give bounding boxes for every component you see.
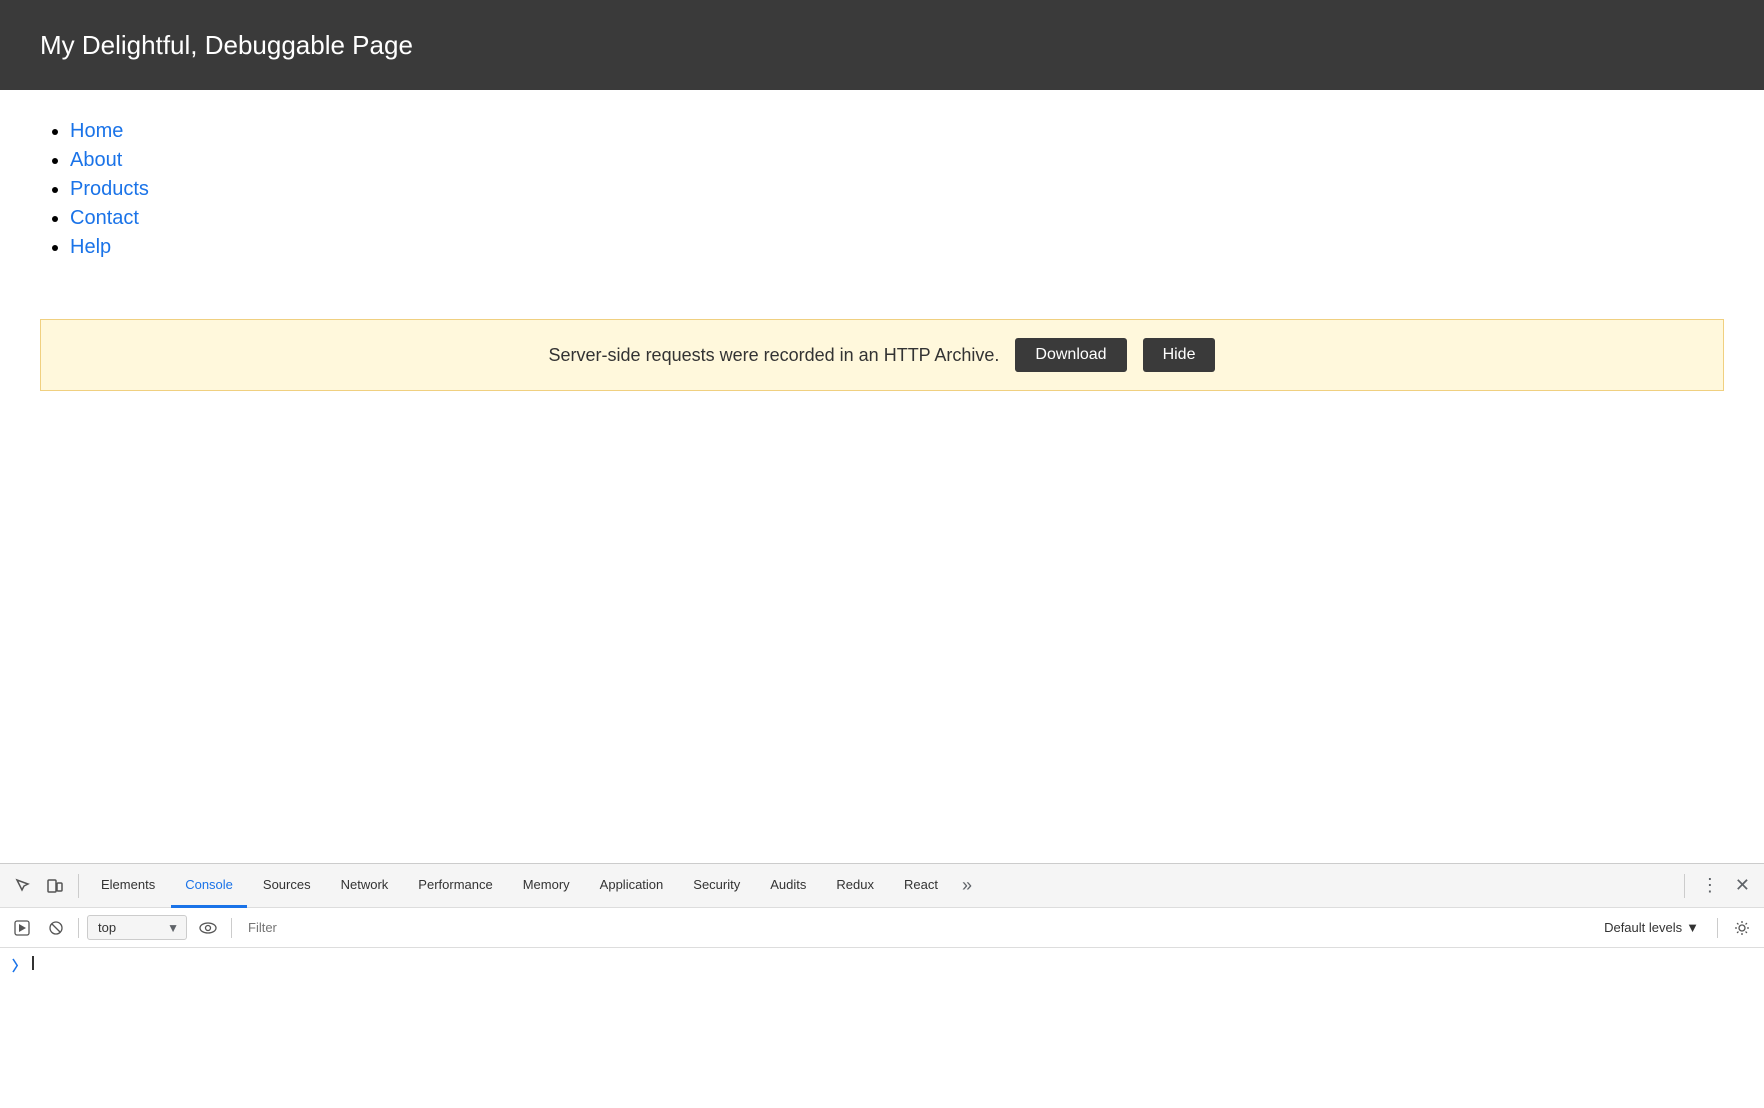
tab-sources[interactable]: Sources bbox=[249, 864, 325, 908]
toolbar-divider-1 bbox=[78, 874, 79, 898]
hide-button[interactable]: Hide bbox=[1143, 338, 1216, 372]
nav-item-products: Products bbox=[70, 178, 1724, 201]
nav-item-home: Home bbox=[70, 120, 1724, 143]
nav-link-products[interactable]: Products bbox=[70, 178, 149, 200]
inspect-icon-button[interactable] bbox=[8, 873, 38, 899]
filter-input[interactable] bbox=[240, 916, 1590, 939]
console-bar-divider-1 bbox=[78, 918, 79, 938]
tab-network[interactable]: Network bbox=[327, 864, 403, 908]
console-settings-button[interactable] bbox=[1728, 916, 1756, 940]
tab-react[interactable]: React bbox=[890, 864, 952, 908]
devtools-console-content: 〉 bbox=[0, 948, 1764, 1108]
kebab-menu-button[interactable]: ⋮ bbox=[1695, 871, 1725, 900]
tab-application[interactable]: Application bbox=[586, 864, 678, 908]
nav-item-about: About bbox=[70, 149, 1724, 172]
console-bar-divider-2 bbox=[231, 918, 232, 938]
devtools-toolbar: Elements Console Sources Network Perform… bbox=[0, 864, 1764, 908]
nav-link-contact[interactable]: Contact bbox=[70, 207, 139, 229]
context-select[interactable]: top bbox=[87, 915, 187, 940]
context-select-wrapper[interactable]: top ▼ bbox=[87, 915, 187, 940]
tab-security[interactable]: Security bbox=[679, 864, 754, 908]
nav-item-contact: Contact bbox=[70, 207, 1724, 230]
nav-link-about[interactable]: About bbox=[70, 149, 122, 171]
download-button[interactable]: Download bbox=[1015, 338, 1126, 372]
tab-audits[interactable]: Audits bbox=[756, 864, 820, 908]
default-levels-button[interactable]: Default levels ▼ bbox=[1596, 916, 1707, 939]
nav-link-home[interactable]: Home bbox=[70, 120, 123, 142]
page-header: My Delightful, Debuggable Page bbox=[0, 0, 1764, 90]
devtools-console-bar: top ▼ Default levels ▼ bbox=[0, 908, 1764, 948]
console-cursor bbox=[32, 956, 34, 970]
tab-performance[interactable]: Performance bbox=[404, 864, 506, 908]
tab-console[interactable]: Console bbox=[171, 864, 247, 908]
console-bar-divider-3 bbox=[1717, 918, 1718, 938]
clear-console-button[interactable] bbox=[42, 916, 70, 940]
device-mode-icon-button[interactable] bbox=[40, 873, 70, 899]
devtools-end-buttons: ⋮ ✕ bbox=[1678, 871, 1756, 900]
devtools-panel: Elements Console Sources Network Perform… bbox=[0, 863, 1764, 1108]
console-prompt: 〉 bbox=[12, 956, 26, 976]
nav-list: Home About Products Contact Help bbox=[40, 120, 1724, 259]
tab-memory[interactable]: Memory bbox=[509, 864, 584, 908]
more-tabs-button[interactable]: » bbox=[954, 871, 980, 900]
banner-text: Server-side requests were recorded in an… bbox=[549, 345, 1000, 366]
execute-script-button[interactable] bbox=[8, 916, 36, 940]
http-archive-banner: Server-side requests were recorded in an… bbox=[40, 319, 1724, 391]
page-content: Home About Products Contact Help Server-… bbox=[0, 90, 1764, 421]
tab-redux[interactable]: Redux bbox=[822, 864, 888, 908]
default-levels-arrow: ▼ bbox=[1686, 920, 1699, 935]
close-devtools-button[interactable]: ✕ bbox=[1729, 871, 1756, 900]
nav-link-help[interactable]: Help bbox=[70, 236, 111, 258]
toolbar-divider-2 bbox=[1684, 874, 1685, 898]
default-levels-label: Default levels bbox=[1604, 920, 1682, 935]
live-expressions-button[interactable] bbox=[193, 915, 223, 941]
tab-elements[interactable]: Elements bbox=[87, 864, 169, 908]
nav-item-help: Help bbox=[70, 236, 1724, 259]
page-title: My Delightful, Debuggable Page bbox=[40, 30, 413, 61]
